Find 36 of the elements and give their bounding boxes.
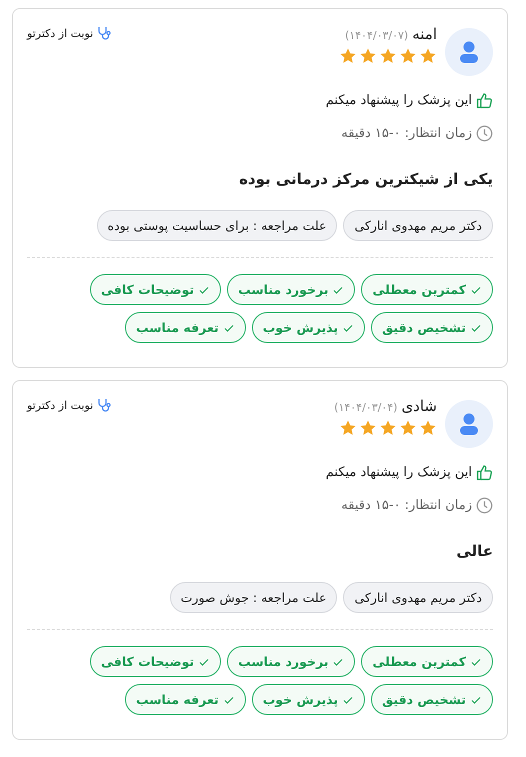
reviewer-name: شادی — [401, 397, 437, 415]
wait-time-text: زمان انتظار: ۰-۱۵ دقیقه — [341, 126, 472, 141]
avatar-icon — [445, 28, 493, 76]
avatar-icon — [445, 400, 493, 448]
review-date: (۱۴۰۴/۰۳/۰۴) — [334, 401, 398, 414]
quality-label: پذیرش خوب — [262, 320, 338, 335]
source-label: نوبت از دکترتو — [27, 26, 94, 40]
source-label: نوبت از دکترتو — [27, 398, 94, 412]
quality-label: تعرفه مناسب — [136, 320, 219, 335]
stethoscope-icon — [96, 397, 112, 413]
quality-label: کمترین معطلی — [372, 282, 466, 297]
info-tag: دکتر مریم مهدوی انارکی — [343, 582, 493, 613]
clock-icon — [476, 125, 493, 142]
quality-label: برخورد مناسب — [238, 282, 328, 297]
quality-label: پذیرش خوب — [262, 692, 338, 707]
wait-time-text: زمان انتظار: ۰-۱۵ دقیقه — [341, 498, 472, 513]
quality-label: توضیحات کافی — [100, 282, 194, 297]
review-comment: یکی از شیکترین مرکز درمانی بوده — [238, 170, 493, 188]
recommendation-text: این پزشک را پیشنهاد میکنم — [326, 465, 472, 480]
quality-label: تشخیص دقیق — [382, 692, 466, 707]
thumbs-up-icon — [476, 464, 493, 481]
info-tag: علت مراجعه : جوش صورت — [170, 582, 338, 613]
stethoscope-icon — [96, 25, 112, 41]
recommendation-text: این پزشک را پیشنهاد میکنم — [326, 93, 472, 108]
review-date: (۱۴۰۴/۰۳/۰۷) — [344, 29, 408, 42]
quality-label: توضیحات کافی — [100, 654, 194, 669]
quality-label: کمترین معطلی — [372, 654, 466, 669]
info-tag: دکتر مریم مهدوی انارکی — [343, 210, 493, 241]
reviewer-name: امنه — [412, 25, 437, 43]
quality-label: برخورد مناسب — [238, 654, 328, 669]
clock-icon — [476, 497, 493, 514]
review-comment: عالی — [455, 542, 493, 560]
quality-label: تعرفه مناسب — [136, 692, 219, 707]
info-tag: علت مراجعه : برای حساسیت پوستی بوده — [96, 210, 338, 241]
thumbs-up-icon — [476, 92, 493, 109]
quality-label: تشخیص دقیق — [382, 320, 466, 335]
